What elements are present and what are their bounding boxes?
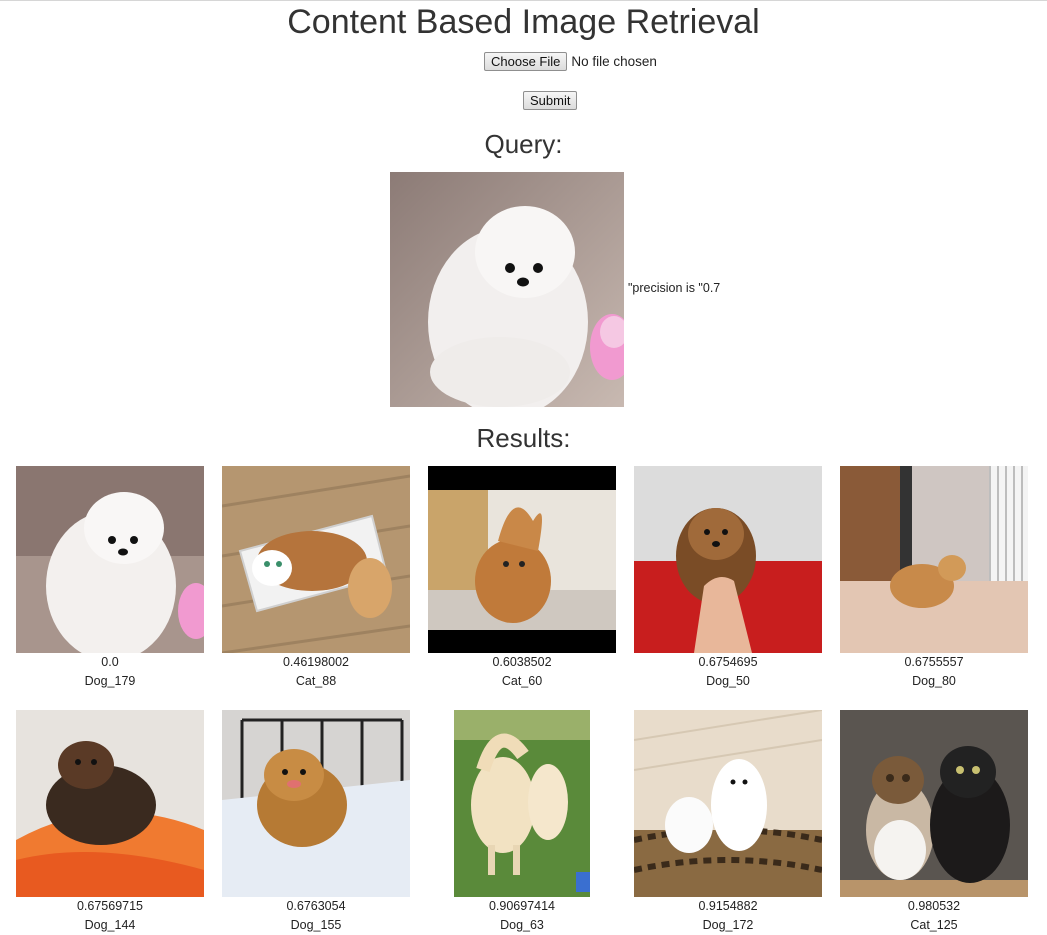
- result-card[interactable]: 0.6754695 Dog_50: [634, 466, 822, 691]
- result-thumbnail[interactable]: [634, 466, 822, 653]
- result-label: Cat_88: [295, 674, 337, 688]
- result-card[interactable]: 0.46198002 Cat_88: [222, 466, 410, 691]
- result-label: Dog_155: [290, 918, 342, 932]
- precision-text: "precision is "0.7: [628, 281, 721, 295]
- result-label: Dog_63: [500, 918, 544, 932]
- result-card[interactable]: 0.6763054 Dog_155: [222, 710, 410, 935]
- result-card[interactable]: 0.90697414 Dog_63: [428, 710, 616, 935]
- result-label: Dog_144: [84, 918, 136, 932]
- result-label: Cat_125: [910, 918, 958, 932]
- submit-button[interactable]: Submit: [523, 91, 578, 110]
- result-card[interactable]: 0.0 Dog_179: [16, 466, 204, 691]
- query-image: [390, 172, 624, 407]
- result-label: Cat_60: [501, 674, 543, 688]
- result-thumbnail[interactable]: [428, 466, 616, 653]
- result-thumbnail[interactable]: [16, 466, 204, 653]
- result-label: Dog_179: [84, 674, 136, 688]
- result-card[interactable]: 0.6038502 Cat_60: [428, 466, 616, 691]
- results-heading: Results:: [476, 423, 571, 453]
- file-upload: Choose File No file chosen: [484, 52, 657, 71]
- result-thumbnail[interactable]: [634, 710, 822, 897]
- result-label: Dog_50: [706, 674, 750, 688]
- result-card[interactable]: 0.6755557 Dog_80: [840, 466, 1028, 691]
- file-status: No file chosen: [571, 54, 657, 69]
- result-score: 0.9154882: [698, 899, 758, 913]
- query-heading: Query:: [484, 129, 563, 159]
- result-thumbnail[interactable]: [16, 710, 204, 897]
- result-card[interactable]: 0.9154882 Dog_172: [634, 710, 822, 935]
- result-thumbnail[interactable]: [840, 710, 1028, 897]
- result-label: Dog_172: [702, 918, 754, 932]
- result-score: 0.46198002: [282, 655, 350, 669]
- result-score: 0.6754695: [698, 655, 758, 669]
- result-score: 0.6755557: [904, 655, 964, 669]
- result-thumbnail[interactable]: [840, 466, 1028, 653]
- result-card[interactable]: 0.67569715 Dog_144: [16, 710, 204, 935]
- result-thumbnail[interactable]: [222, 466, 410, 653]
- result-score: 0.67569715: [76, 899, 144, 913]
- result-thumbnail[interactable]: [428, 710, 616, 897]
- result-score: 0.980532: [907, 899, 961, 913]
- page-title: Content Based Image Retrieval: [287, 3, 760, 41]
- result-score: 0.0: [101, 655, 119, 669]
- result-score: 0.6038502: [492, 655, 552, 669]
- choose-file-button[interactable]: Choose File: [484, 52, 568, 71]
- result-score: 0.90697414: [488, 899, 556, 913]
- result-thumbnail[interactable]: [222, 710, 410, 897]
- result-label: Dog_80: [912, 674, 956, 688]
- result-score: 0.6763054: [286, 899, 346, 913]
- result-card[interactable]: 0.980532 Cat_125: [840, 710, 1028, 935]
